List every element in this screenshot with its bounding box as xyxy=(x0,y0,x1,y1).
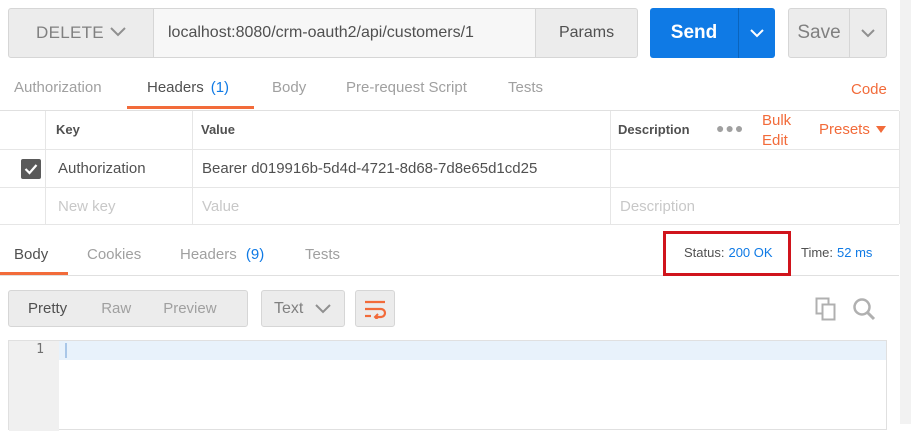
headers-count: (1) xyxy=(210,79,230,96)
save-button[interactable]: Save xyxy=(788,8,850,58)
search-icon[interactable] xyxy=(852,297,876,321)
chevron-down-icon xyxy=(315,303,332,313)
tab-pre-request-label: Pre-request Script xyxy=(346,79,467,96)
column-header-value: Value xyxy=(201,122,235,137)
tab-body[interactable]: Body xyxy=(272,79,306,109)
presets-label: Presets xyxy=(819,121,870,138)
wrap-lines-icon xyxy=(365,300,387,319)
line-number: 1 xyxy=(36,342,44,357)
response-status: Status: 200 OK xyxy=(684,245,773,260)
active-tab-indicator xyxy=(127,106,254,109)
send-label: Send xyxy=(670,22,718,43)
view-mode-segmented-control: Pretty Raw Preview xyxy=(8,290,248,327)
caret-down-icon xyxy=(875,126,886,133)
send-dropdown-button[interactable] xyxy=(738,8,775,58)
view-mode-raw[interactable]: Raw xyxy=(83,300,147,317)
presets-dropdown[interactable]: Presets xyxy=(819,121,886,138)
column-divider xyxy=(45,111,46,224)
status-value: 200 OK xyxy=(728,245,773,260)
chevron-down-icon xyxy=(861,29,875,38)
wrap-lines-button[interactable] xyxy=(355,290,395,327)
header-enabled-checkbox[interactable] xyxy=(21,159,41,179)
params-label: Params xyxy=(558,24,615,41)
response-tab-headers-label: Headers xyxy=(180,246,237,263)
response-tab-body[interactable]: Body xyxy=(14,246,48,263)
checkmark-icon xyxy=(24,164,38,175)
header-key-cell[interactable]: Authorization xyxy=(58,160,146,177)
tab-headers[interactable]: Headers (1) xyxy=(147,79,229,109)
new-description-input[interactable]: Description xyxy=(620,198,695,215)
text-cursor xyxy=(65,343,67,358)
tab-tests-label: Tests xyxy=(508,79,544,96)
method-select[interactable]: DELETE xyxy=(8,8,154,58)
column-header-description: Description xyxy=(618,122,690,137)
response-tab-tests-label: Tests xyxy=(305,246,341,263)
editor-active-line xyxy=(59,341,886,360)
url-text: localhost:8080/crm-oauth2/api/customers/… xyxy=(168,24,474,41)
copy-icon[interactable] xyxy=(815,297,837,321)
chevron-down-icon xyxy=(750,29,764,38)
response-tab-cookies[interactable]: Cookies xyxy=(87,246,141,263)
save-dropdown-button[interactable] xyxy=(849,8,887,58)
code-link[interactable]: Code xyxy=(851,81,887,98)
tab-body-label: Body xyxy=(272,79,307,96)
response-time: Time: 52 ms xyxy=(801,245,872,260)
header-value-cell[interactable]: Bearer d019916b-5d4d-4721-8d68-7d8e65d1c… xyxy=(202,160,537,177)
method-label: DELETE xyxy=(36,23,104,42)
table-divider xyxy=(0,187,899,188)
tab-authorization[interactable]: Authorization xyxy=(14,79,102,109)
status-label: Status: xyxy=(684,245,725,260)
tab-headers-label: Headers xyxy=(147,79,204,96)
send-button[interactable]: Send xyxy=(650,8,738,58)
table-divider xyxy=(0,224,899,225)
column-divider xyxy=(192,111,193,224)
new-value-input[interactable]: Value xyxy=(202,198,239,215)
new-key-input[interactable]: New key xyxy=(58,198,116,215)
scrollbar[interactable] xyxy=(900,0,911,424)
column-divider xyxy=(610,111,611,224)
time-label: Time: xyxy=(801,245,834,260)
chevron-down-icon xyxy=(110,27,126,37)
bulk-edit-link[interactable]: Bulk Edit xyxy=(762,111,798,151)
tab-pre-request-script[interactable]: Pre-request Script xyxy=(346,79,467,109)
format-select[interactable]: Text xyxy=(261,290,345,327)
response-tab-body-label: Body xyxy=(14,246,49,263)
time-value: 52 ms xyxy=(837,245,873,260)
url-input[interactable]: localhost:8080/crm-oauth2/api/customers/… xyxy=(153,8,536,58)
view-mode-preview[interactable]: Preview xyxy=(147,300,232,317)
response-tab-tests[interactable]: Tests xyxy=(305,246,340,263)
more-options-icon[interactable]: ●●● xyxy=(716,120,744,136)
tab-authorization-label: Authorization xyxy=(14,79,102,96)
format-label: Text xyxy=(274,299,304,317)
column-header-key: Key xyxy=(56,122,80,137)
tab-tests[interactable]: Tests xyxy=(508,79,543,109)
save-label: Save xyxy=(797,22,841,43)
params-button[interactable]: Params xyxy=(535,8,638,58)
response-headers-count: (9) xyxy=(245,246,265,263)
view-mode-pretty[interactable]: Pretty xyxy=(9,300,83,317)
response-tab-cookies-label: Cookies xyxy=(87,246,142,263)
response-tab-headers[interactable]: Headers (9) xyxy=(180,246,264,263)
